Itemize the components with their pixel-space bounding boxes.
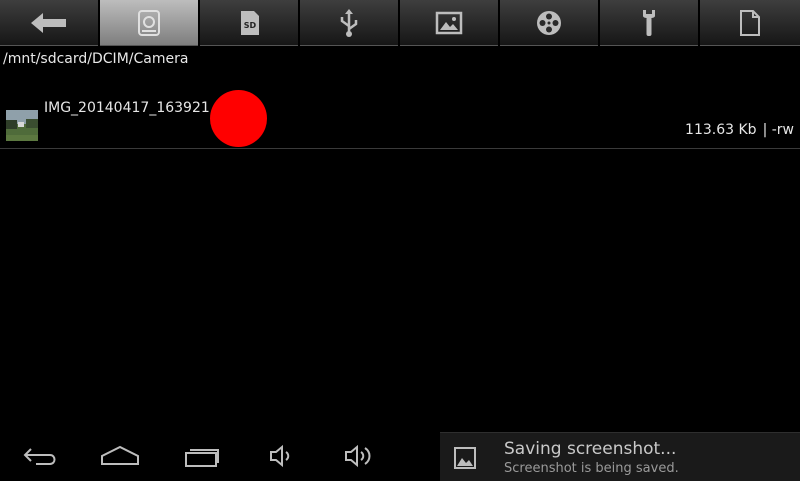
nav-home-button[interactable]	[100, 442, 140, 470]
home-icon	[101, 445, 139, 465]
back-button[interactable]	[0, 0, 98, 46]
recent-apps-icon	[185, 449, 219, 467]
file-permissions: | -rw	[762, 122, 794, 138]
images-button[interactable]	[400, 0, 498, 46]
toolbar: SD	[0, 0, 800, 46]
touch-indicator	[210, 90, 267, 147]
internal-storage-icon	[138, 9, 160, 36]
sd-card-label: SD	[244, 21, 257, 30]
nav-recent-apps-button[interactable]	[182, 442, 222, 470]
volume-up-icon	[345, 444, 371, 468]
screenshot-notification[interactable]: Saving screenshot... Screenshot is being…	[440, 432, 800, 481]
notification-title: Saving screenshot...	[504, 439, 677, 459]
sd-card-icon: SD	[241, 10, 259, 35]
usb-button[interactable]	[300, 0, 398, 46]
film-reel-icon	[537, 10, 561, 35]
nav-back-button[interactable]	[20, 442, 60, 470]
document-icon	[740, 9, 760, 36]
usb-icon	[340, 8, 358, 37]
file-list-item[interactable]: IMG_20140417_163921 113.63 Kb | -rw	[0, 88, 800, 149]
sd-card-button[interactable]: SD	[200, 0, 298, 46]
current-path: /mnt/sdcard/DCIM/Camera	[3, 51, 189, 67]
gallery-icon	[454, 447, 476, 473]
internal-storage-button[interactable]	[100, 0, 198, 46]
image-thumbnail	[6, 110, 38, 141]
tools-button[interactable]	[600, 0, 698, 46]
file-size: 113.63 Kb	[685, 122, 757, 138]
image-icon	[435, 11, 463, 34]
back-arrow-icon	[31, 12, 66, 33]
documents-button[interactable]	[700, 0, 800, 46]
file-name: IMG_20140417_163921	[44, 100, 210, 116]
videos-button[interactable]	[500, 0, 598, 46]
volume-up-button[interactable]	[342, 442, 376, 470]
back-icon	[23, 448, 56, 465]
volume-down-icon	[270, 444, 290, 468]
wrench-icon	[643, 9, 655, 36]
volume-down-button[interactable]	[266, 442, 296, 470]
file-meta: 113.63 Kb | -rw	[679, 122, 794, 138]
notification-subtitle: Screenshot is being saved.	[504, 461, 679, 476]
